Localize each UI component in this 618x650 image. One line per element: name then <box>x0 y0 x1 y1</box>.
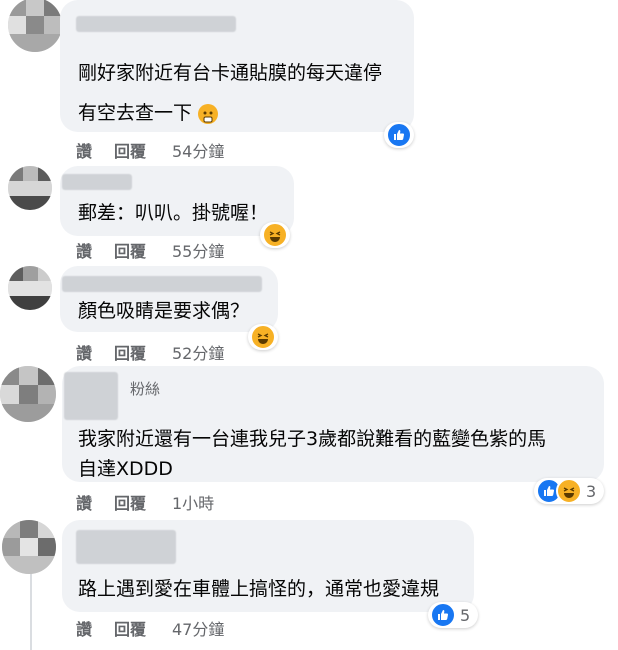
author-name-blurred[interactable] <box>64 372 118 420</box>
timestamp[interactable]: 1小時 <box>172 490 214 514</box>
like-button[interactable]: 讚 <box>76 340 92 364</box>
reaction-count: 5 <box>460 605 471 625</box>
comment-text-line: 有空去查一下 <box>78 98 219 128</box>
comment-actions: 讚 回覆 54分鐘 <box>76 138 376 162</box>
comment-bubble: 剛好家附近有台卡通貼膜的每天違停 有空去查一下 <box>60 0 414 132</box>
comment-text-line: 我家附近還有一台連我兒子3歲都說難看的藍變色紫的馬 <box>78 428 547 450</box>
shocked-emoji-icon <box>198 103 219 124</box>
comment-text-line: 郵差：叭叭。掛號喔！ <box>78 202 269 224</box>
reply-button[interactable]: 回覆 <box>114 138 146 162</box>
reaction-summary[interactable]: 5 <box>428 602 479 628</box>
comment-text-line: 自達XDDD <box>78 458 173 480</box>
comment-bubble: 路上遇到愛在車體上搞怪的，通常也愛違規 <box>62 520 474 612</box>
fan-badge: 粉絲 <box>130 380 161 398</box>
comment-actions: 讚 回覆 55分鐘 <box>76 238 376 262</box>
comment-actions: 讚 回覆 52分鐘 <box>76 340 376 364</box>
reply-button[interactable]: 回覆 <box>114 340 146 364</box>
comment-bubble: 顏色吸睛是要求偶？ <box>60 266 278 332</box>
reply-button[interactable]: 回覆 <box>114 238 146 262</box>
reaction-summary[interactable] <box>384 122 414 148</box>
comment-bubble: 粉絲 我家附近還有一台連我兒子3歲都說難看的藍變色紫的馬 自達XDDD <box>62 366 604 482</box>
haha-reaction-icon <box>556 478 582 504</box>
avatar[interactable] <box>8 166 52 210</box>
like-button[interactable]: 讚 <box>76 616 92 640</box>
avatar[interactable] <box>2 520 56 574</box>
comment-text-line-part: 有空去查一下 <box>78 102 193 124</box>
comment-bubble: 郵差：叭叭。掛號喔！ <box>60 166 294 236</box>
like-reaction-icon <box>430 602 456 628</box>
reaction-count: 3 <box>586 481 597 501</box>
reaction-summary[interactable]: 3 <box>534 478 605 504</box>
comment-actions: 讚 回覆 47分鐘 <box>76 616 376 640</box>
timestamp[interactable]: 47分鐘 <box>172 616 224 640</box>
comment-text-line: 路上遇到愛在車體上搞怪的，通常也愛違規 <box>78 578 440 600</box>
reply-button[interactable]: 回覆 <box>114 616 146 640</box>
avatar[interactable] <box>0 366 56 422</box>
timestamp[interactable]: 54分鐘 <box>172 138 224 162</box>
comment-text-line: 顏色吸睛是要求偶？ <box>78 300 250 322</box>
comment-actions: 讚 回覆 1小時 <box>76 490 376 514</box>
avatar[interactable] <box>8 266 52 310</box>
author-name-blurred[interactable] <box>62 276 262 292</box>
author-name-blurred[interactable] <box>76 16 236 32</box>
like-button[interactable]: 讚 <box>76 490 92 514</box>
like-button[interactable]: 讚 <box>76 238 92 262</box>
author-name-blurred[interactable] <box>62 174 132 190</box>
like-button[interactable]: 讚 <box>76 138 92 162</box>
author-name-blurred[interactable] <box>76 530 176 564</box>
avatar[interactable] <box>8 0 62 52</box>
reply-button[interactable]: 回覆 <box>114 490 146 514</box>
like-reaction-icon <box>386 122 412 148</box>
timestamp[interactable]: 52分鐘 <box>172 340 224 364</box>
timestamp[interactable]: 55分鐘 <box>172 238 224 262</box>
comment-text-line: 剛好家附近有台卡通貼膜的每天違停 <box>78 62 383 84</box>
